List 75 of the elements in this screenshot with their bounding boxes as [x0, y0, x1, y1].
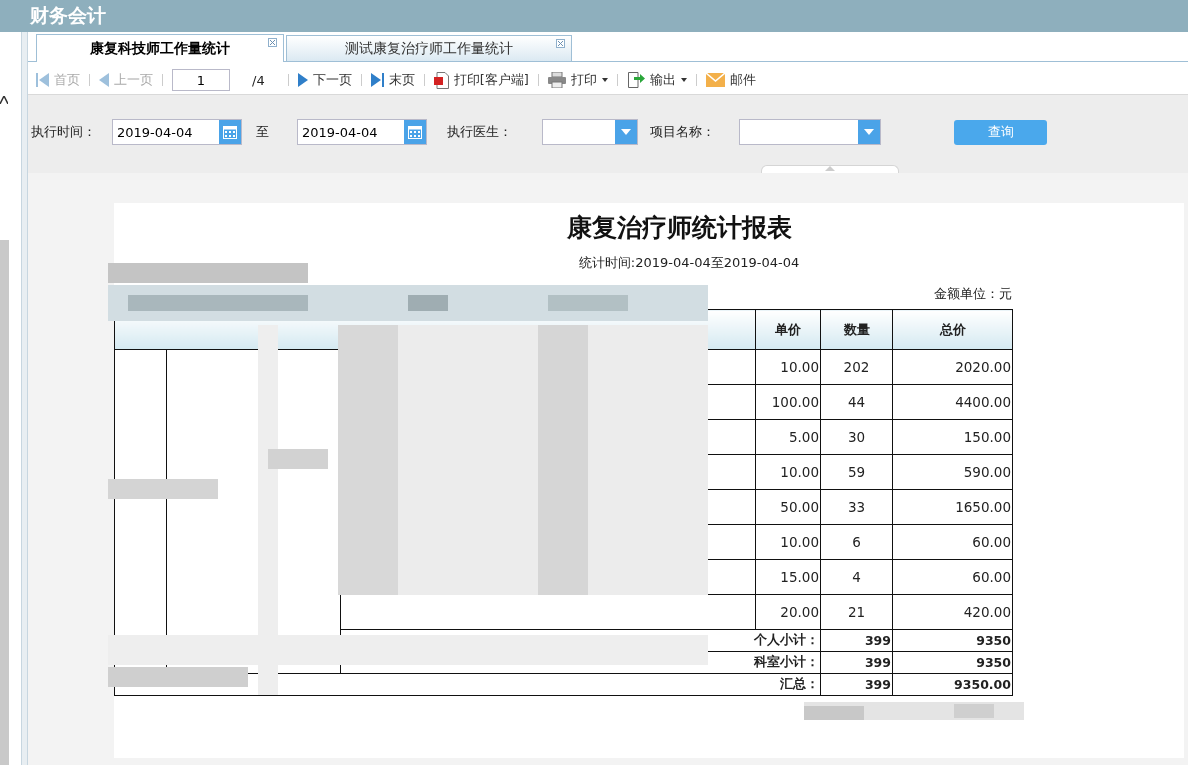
table-cell: 150.00: [892, 419, 1013, 455]
last-page-icon: [370, 73, 384, 87]
mail-button[interactable]: 邮件: [701, 71, 760, 89]
tab[interactable]: 测试康复治疗师工作量统计: [286, 35, 572, 61]
table-cell: 10.00: [755, 524, 821, 560]
tab[interactable]: 康复科技师工作量统计: [36, 34, 284, 62]
export-icon: [626, 71, 645, 89]
dropdown-field[interactable]: [739, 119, 881, 145]
table-cell: 4: [820, 559, 893, 595]
next-page-icon: [297, 73, 308, 87]
filter-label: 项目名称：: [650, 123, 715, 141]
calendar-icon[interactable]: [408, 125, 422, 139]
table-cell: 590.00: [892, 454, 1013, 490]
page-number-field[interactable]: 1: [172, 69, 230, 91]
close-icon[interactable]: [268, 38, 277, 47]
table-cell: 44: [820, 384, 893, 420]
table-cell: 9350: [892, 651, 1013, 674]
close-icon[interactable]: [556, 39, 565, 48]
filter-label: 至: [256, 123, 269, 141]
table-cell: 4400.00: [892, 384, 1013, 420]
column-header: 数量: [820, 309, 893, 350]
previous-page-icon: [99, 73, 109, 87]
dropdown-field[interactable]: [542, 119, 638, 145]
document-icon: [433, 71, 449, 89]
table-cell: 15.00: [755, 559, 821, 595]
date-field[interactable]: 2019-04-04: [112, 119, 242, 145]
table-cell: 6: [820, 524, 893, 560]
table-cell: 420.00: [892, 594, 1013, 630]
table-cell: 9350.00: [892, 673, 1013, 696]
column-header: 总价: [892, 309, 1013, 350]
next-page-button[interactable]: 下一页: [293, 71, 356, 89]
print-button[interactable]: 打印: [543, 71, 612, 89]
table-cell: 9350: [892, 629, 1013, 652]
table-cell: 1650.00: [892, 489, 1013, 525]
scroll-bar[interactable]: [0, 240, 9, 765]
report-title: 康复治疗师统计报表: [566, 212, 792, 244]
app-title: 财务会计: [30, 4, 106, 28]
table-cell: 202: [820, 349, 893, 385]
filter-label: 执行医生：: [447, 123, 512, 141]
last-page-button[interactable]: 末页: [366, 71, 419, 89]
dropdown-arrow-icon[interactable]: [864, 129, 874, 135]
column-header: 单价: [755, 309, 821, 350]
table-cell: 399: [820, 629, 893, 652]
client-print-button[interactable]: 打印[客户端]: [429, 71, 533, 89]
calendar-icon[interactable]: [223, 125, 237, 139]
table-cell: 20.00: [755, 594, 821, 630]
currency-unit: 金额单位：元: [934, 285, 1012, 303]
table-cell: 399: [820, 651, 893, 674]
report-period: 统计时间:2019-04-04至2019-04-04: [578, 254, 800, 272]
dropdown-arrow-icon[interactable]: [621, 129, 631, 135]
caret-icon: [680, 78, 687, 82]
table-cell: 5.00: [755, 419, 821, 455]
table-cell: 60.00: [892, 524, 1013, 560]
table-cell: 21: [820, 594, 893, 630]
table-cell: 50.00: [755, 489, 821, 525]
splitter-bar[interactable]: [20, 32, 28, 765]
table-cell: 59: [820, 454, 893, 490]
table-cell: 10.00: [755, 349, 821, 385]
date-field[interactable]: 2019-04-04: [297, 119, 427, 145]
table-cell: 10.00: [755, 454, 821, 490]
first-page-icon: [36, 73, 49, 87]
caret-icon[interactable]: [0, 96, 8, 104]
table-cell: 399: [820, 673, 893, 696]
page-total: /4: [251, 72, 266, 88]
printer-icon: [547, 72, 566, 88]
export-button[interactable]: 输出: [622, 71, 691, 89]
caret-icon: [601, 78, 608, 82]
table-cell: 60.00: [892, 559, 1013, 595]
table-cell: 33: [820, 489, 893, 525]
collapse-icon[interactable]: [825, 166, 835, 171]
table-cell: 30: [820, 419, 893, 455]
table-cell: 2020.00: [892, 349, 1013, 385]
table-cell: 100.00: [755, 384, 821, 420]
filter-label: 执行时间：: [31, 123, 96, 141]
mail-icon: [705, 73, 725, 87]
